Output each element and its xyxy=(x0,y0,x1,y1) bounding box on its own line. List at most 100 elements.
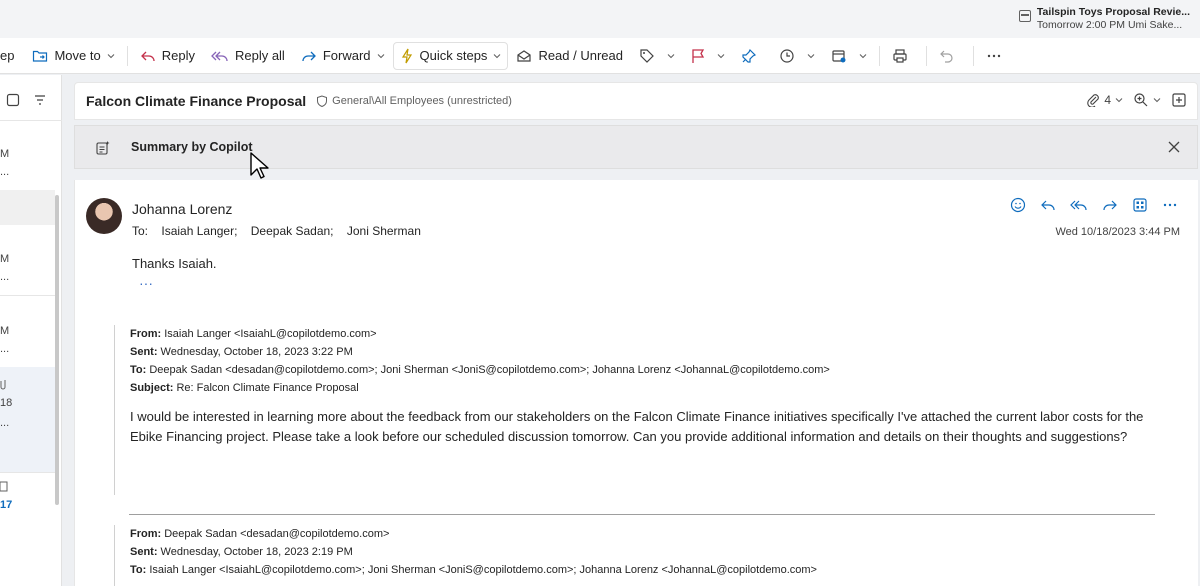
list-scrollbar[interactable] xyxy=(55,195,59,505)
list-divider xyxy=(0,472,55,473)
forward-button[interactable]: Forward xyxy=(293,42,393,70)
quoted-sent-value: Wednesday, October 18, 2023 3:22 PM xyxy=(157,346,353,358)
reply-all-label: Reply all xyxy=(234,48,285,63)
sender-name[interactable]: Johanna Lorenz xyxy=(132,201,232,217)
zoom-button[interactable] xyxy=(1133,92,1161,108)
reminder-title: Tailspin Toys Proposal Revie... xyxy=(1036,6,1190,18)
forward-label: Forward xyxy=(322,48,371,63)
reading-pane-header: Falcon Climate Finance Proposal General\… xyxy=(74,82,1198,120)
filter-icon[interactable] xyxy=(33,93,47,107)
list-item-date: 17 xyxy=(0,499,13,511)
flag-button[interactable] xyxy=(683,42,733,70)
reply-all-button[interactable]: Reply all xyxy=(203,42,293,70)
chevron-down-icon xyxy=(494,53,501,58)
toolbar-cut-label: ep xyxy=(0,48,15,63)
message-list-pane: M ... M ... M ... 18 ... 17 xyxy=(0,75,62,586)
reply-all-icon[interactable] xyxy=(1070,197,1088,213)
quoted-from-value: Isaiah Langer <IsaiahL@copilotdemo.com> xyxy=(161,328,377,340)
rules-button[interactable] xyxy=(823,42,875,70)
mouse-cursor-icon xyxy=(250,152,269,179)
reply-icon xyxy=(140,51,155,61)
toolbar-cut-item[interactable]: ep xyxy=(0,42,24,70)
list-item-time[interactable]: M xyxy=(0,148,55,160)
pin-button[interactable] xyxy=(733,42,771,70)
show-quoted-text-button[interactable]: ··· xyxy=(135,276,157,293)
list-item-more: ... xyxy=(0,343,10,355)
avatar[interactable] xyxy=(86,198,122,234)
list-item-selected[interactable] xyxy=(0,190,55,225)
pin-icon xyxy=(742,48,757,63)
reply-button[interactable]: Reply xyxy=(132,42,203,70)
envelope-open-icon xyxy=(517,49,532,62)
toolbar-divider xyxy=(126,45,128,66)
print-button[interactable] xyxy=(884,42,922,70)
reply-label: Reply xyxy=(161,48,195,63)
recipient[interactable]: Joni Sherman xyxy=(347,224,421,238)
tag-icon xyxy=(640,48,654,63)
open-in-new-window-icon[interactable] xyxy=(1171,92,1187,108)
list-item-more: ... xyxy=(0,417,10,429)
quoted-from: From: Deepak Sadan <desadan@copilotdemo.… xyxy=(115,525,1164,543)
copilot-summary-bar[interactable]: Summary by Copilot xyxy=(74,125,1198,169)
quoted-from-value: Deepak Sadan <desadan@copilotdemo.com> xyxy=(161,528,390,540)
reminder-notification[interactable]: Tailspin Toys Proposal Revie... Tomorrow… xyxy=(1018,6,1190,32)
recipient[interactable]: Isaiah Langer; xyxy=(161,224,237,238)
close-icon[interactable] xyxy=(1167,140,1181,154)
categorize-button[interactable] xyxy=(631,42,683,70)
list-item-time[interactable]: M xyxy=(0,325,55,337)
quoted-from: From: Isaiah Langer <IsaiahL@copilotdemo… xyxy=(115,325,1164,343)
copilot-summary-icon xyxy=(96,141,110,155)
more-horizontal-icon xyxy=(987,54,1001,57)
message-text: Thanks Isaiah. xyxy=(132,256,217,271)
move-to-button[interactable]: Move to xyxy=(24,42,122,70)
chevron-down-icon xyxy=(377,53,384,58)
apps-icon[interactable] xyxy=(1132,197,1148,213)
toolbar-divider xyxy=(879,45,880,66)
paperclip-icon xyxy=(1087,94,1100,107)
quoted-sent: Sent: Wednesday, October 18, 2023 2:19 P… xyxy=(115,543,1164,561)
quoted-message: From: Deepak Sadan <desadan@copilotdemo.… xyxy=(114,525,1164,586)
recipient-line: To: Isaiah Langer; Deepak Sadan; Joni Sh… xyxy=(132,224,431,238)
printer-icon xyxy=(893,48,907,63)
more-horizontal-icon[interactable] xyxy=(1162,197,1178,213)
chevron-down-icon xyxy=(667,53,675,58)
list-item-time[interactable]: M xyxy=(0,253,55,265)
quoted-sent-label: Sent: xyxy=(130,346,158,358)
undo-button[interactable] xyxy=(931,42,969,70)
quoted-to: To: Isaiah Langer <IsaiahL@copilotdemo.c… xyxy=(115,561,1164,579)
rules-icon xyxy=(832,49,846,62)
toolbar-divider xyxy=(973,45,974,66)
calendar-icon xyxy=(1018,10,1031,22)
read-unread-button[interactable]: Read / Unread xyxy=(508,42,631,70)
snooze-button[interactable] xyxy=(771,42,823,70)
recipient[interactable]: Deepak Sadan; xyxy=(251,224,334,238)
sensitivity-label[interactable]: General\All Employees (unrestricted) xyxy=(316,95,512,107)
message-body-pane: Johanna Lorenz To: Isaiah Langer; Deepak… xyxy=(74,180,1198,586)
list-item-more: ... xyxy=(0,271,10,283)
quoted-message: From: Isaiah Langer <IsaiahL@copilotdemo… xyxy=(114,325,1164,495)
quoted-to: To: Deepak Sadan <desadan@copilotdemo.co… xyxy=(115,361,1164,379)
clock-icon xyxy=(780,48,794,63)
message-date: Wed 10/18/2023 3:44 PM xyxy=(1055,226,1180,238)
zoom-icon xyxy=(1134,93,1148,107)
folder-move-icon xyxy=(33,50,48,62)
undo-icon xyxy=(940,50,953,63)
quick-steps-button[interactable]: Quick steps xyxy=(392,41,509,70)
attachments-button[interactable]: 4 xyxy=(1086,93,1123,107)
more-options-button[interactable] xyxy=(978,42,1016,70)
quoted-from-label: From: xyxy=(130,328,162,340)
reply-icon[interactable] xyxy=(1040,197,1056,213)
attachments-count: 4 xyxy=(1104,93,1111,107)
command-toolbar: ep Move to Reply Reply all Forward Quick… xyxy=(0,38,1200,74)
chevron-down-icon xyxy=(717,53,725,58)
quoted-subject-label: Subject: xyxy=(130,382,174,394)
emoji-reaction-icon[interactable] xyxy=(1010,197,1026,213)
select-checkbox-icon[interactable] xyxy=(6,93,20,107)
forward-icon[interactable] xyxy=(1102,197,1118,213)
quoted-divider xyxy=(129,514,1155,515)
sensitivity-text: General\All Employees (unrestricted) xyxy=(332,95,512,107)
to-label: To: xyxy=(132,224,149,238)
shield-icon xyxy=(317,95,328,107)
list-item-more: ... xyxy=(0,166,10,178)
quoted-subject-value: Re: Falcon Climate Finance Proposal xyxy=(173,382,359,394)
